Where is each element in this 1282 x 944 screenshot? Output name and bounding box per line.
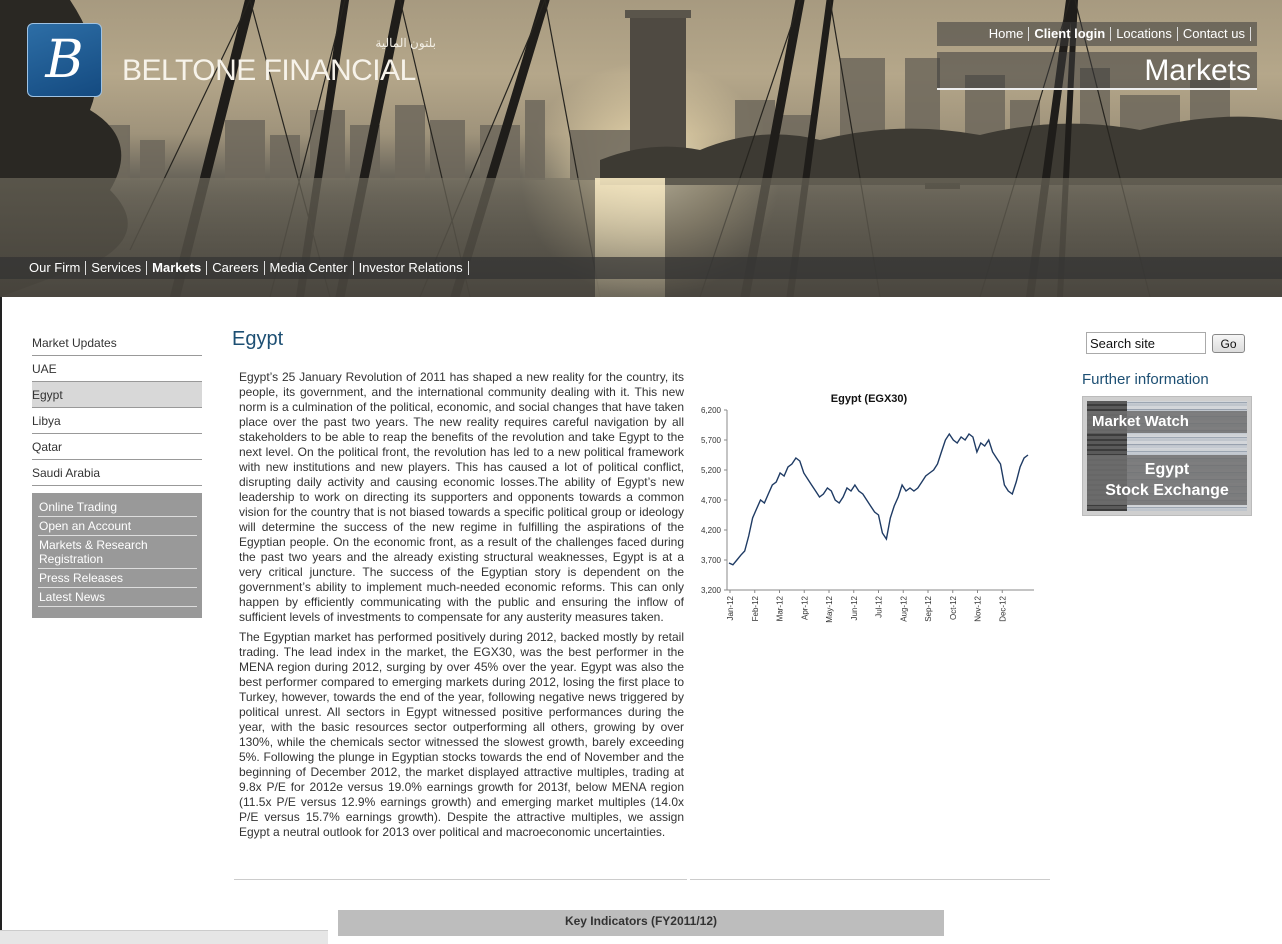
logo-wordmark[interactable]: BELTONE FINANCIAL	[122, 54, 416, 88]
further-information-title: Further information	[1082, 371, 1209, 388]
contact-us-link[interactable]: Contact us	[1178, 27, 1251, 41]
sidebar-item-market-updates[interactable]: Market Updates	[32, 330, 202, 356]
x-tick-label: Jan-12	[726, 595, 735, 620]
nav-services[interactable]: Services	[86, 261, 148, 275]
x-tick-label: Mar-12	[776, 595, 785, 621]
logo-letter: B	[45, 30, 84, 90]
page-title: Egypt	[232, 328, 284, 350]
online-trading-link[interactable]: Online Trading	[38, 498, 197, 517]
logo-arabic-text: بلتون المالية	[375, 36, 436, 50]
content-divider-left	[234, 879, 687, 880]
egx30-chart: Egypt (EGX30) 6,200 5,700 5,200 4,700 4,200 3…	[701, 393, 1034, 623]
y-tick-label: 4,700	[701, 496, 722, 505]
section-title-box: Markets	[937, 52, 1257, 90]
x-tick-label: Feb-12	[751, 595, 760, 621]
x-tick-label: May-12	[825, 595, 834, 622]
research-registration-link[interactable]: Markets & Research Registration	[38, 536, 197, 569]
nav-investor-relations[interactable]: Investor Relations	[354, 261, 469, 275]
egx30-series-line	[728, 432, 1029, 566]
x-tick-label: Aug-12	[899, 595, 908, 621]
sidebar-item-saudi-arabia[interactable]: Saudi Arabia	[32, 460, 202, 486]
market-watch-image: Market Watch Egypt Stock Exchange	[1087, 401, 1247, 511]
chart-title: Egypt (EGX30)	[831, 393, 908, 405]
y-tick-label: 3,200	[701, 586, 722, 595]
x-tick-label: Jul-12	[875, 595, 884, 617]
sidebar-item-egypt[interactable]: Egypt	[32, 382, 202, 408]
market-sidebar: Market Updates UAE Egypt Libya Qatar Sau…	[32, 330, 202, 486]
banner-line-egypt: Egypt	[1144, 461, 1190, 478]
y-tick-label: 5,200	[701, 466, 722, 475]
search-input[interactable]	[1086, 332, 1206, 354]
header-banner: B بلتون المالية BELTONE FINANCIAL Home C…	[0, 0, 1282, 297]
banner-line-stock-exchange: Stock Exchange	[1105, 482, 1229, 499]
key-indicators-header: Key Indicators (FY2011/12)	[338, 910, 944, 936]
press-releases-link[interactable]: Press Releases	[38, 569, 197, 588]
search-go-button[interactable]: Go	[1212, 334, 1245, 353]
chart-x-axis: Jan-12 Feb-12 Mar-12 Apr-12 May-12 Jun-12 Jul-…	[726, 589, 1034, 623]
locations-link[interactable]: Locations	[1111, 27, 1178, 41]
market-watch-label: Market Watch	[1087, 411, 1247, 433]
content-divider-right	[690, 879, 1050, 880]
client-login-link[interactable]: Client login	[1029, 27, 1112, 41]
nav-media-center[interactable]: Media Center	[265, 261, 354, 275]
sidebar-item-libya[interactable]: Libya	[32, 408, 202, 434]
y-tick-label: 5,700	[701, 436, 722, 445]
nav-our-firm[interactable]: Our Firm	[24, 261, 87, 275]
x-tick-label: Sep-12	[924, 595, 933, 621]
sidebar-item-uae[interactable]: UAE	[32, 356, 202, 382]
utility-nav: Home Client login Locations Contact us	[937, 22, 1257, 46]
quick-links-box: Online Trading Open an Account Markets &…	[32, 493, 202, 618]
market-watch-banner[interactable]: Market Watch Egypt Stock Exchange	[1082, 396, 1252, 516]
y-tick-label: 3,700	[701, 556, 722, 565]
article-paragraph-1: Egypt’s 25 January Revolution of 2011 ha…	[239, 370, 684, 624]
sidebar-item-qatar[interactable]: Qatar	[32, 434, 202, 460]
x-tick-label: Nov-12	[974, 595, 983, 621]
chart-series	[728, 432, 1029, 566]
nav-markets[interactable]: Markets	[147, 261, 208, 275]
egypt-stock-exchange-label: Egypt Stock Exchange	[1087, 455, 1247, 505]
latest-news-link[interactable]: Latest News	[38, 588, 197, 607]
open-account-link[interactable]: Open an Account	[38, 517, 197, 536]
y-tick-label: 4,200	[701, 526, 722, 535]
section-title: Markets	[1144, 54, 1251, 87]
x-tick-label: Apr-12	[800, 595, 809, 620]
x-tick-label: Oct-12	[949, 595, 958, 620]
main-nav: Our Firm Services Markets Careers Media …	[0, 257, 1282, 279]
home-link[interactable]: Home	[984, 27, 1030, 41]
sun-glare	[595, 178, 665, 297]
x-tick-label: Jun-12	[850, 595, 859, 620]
article-body: Egypt’s 25 January Revolution of 2011 ha…	[239, 370, 684, 845]
nav-careers[interactable]: Careers	[207, 261, 265, 275]
y-tick-label: 6,200	[701, 406, 722, 415]
chart-y-axis: 6,200 5,700 5,200 4,700 4,200 3,700 3,200	[701, 406, 728, 595]
article-paragraph-2: The Egyptian market has performed positi…	[239, 630, 684, 839]
beltone-logo-mark[interactable]: B	[27, 23, 102, 97]
bottom-strip	[0, 930, 328, 944]
page-edge	[0, 297, 2, 944]
x-tick-label: Dec-12	[998, 595, 1007, 621]
